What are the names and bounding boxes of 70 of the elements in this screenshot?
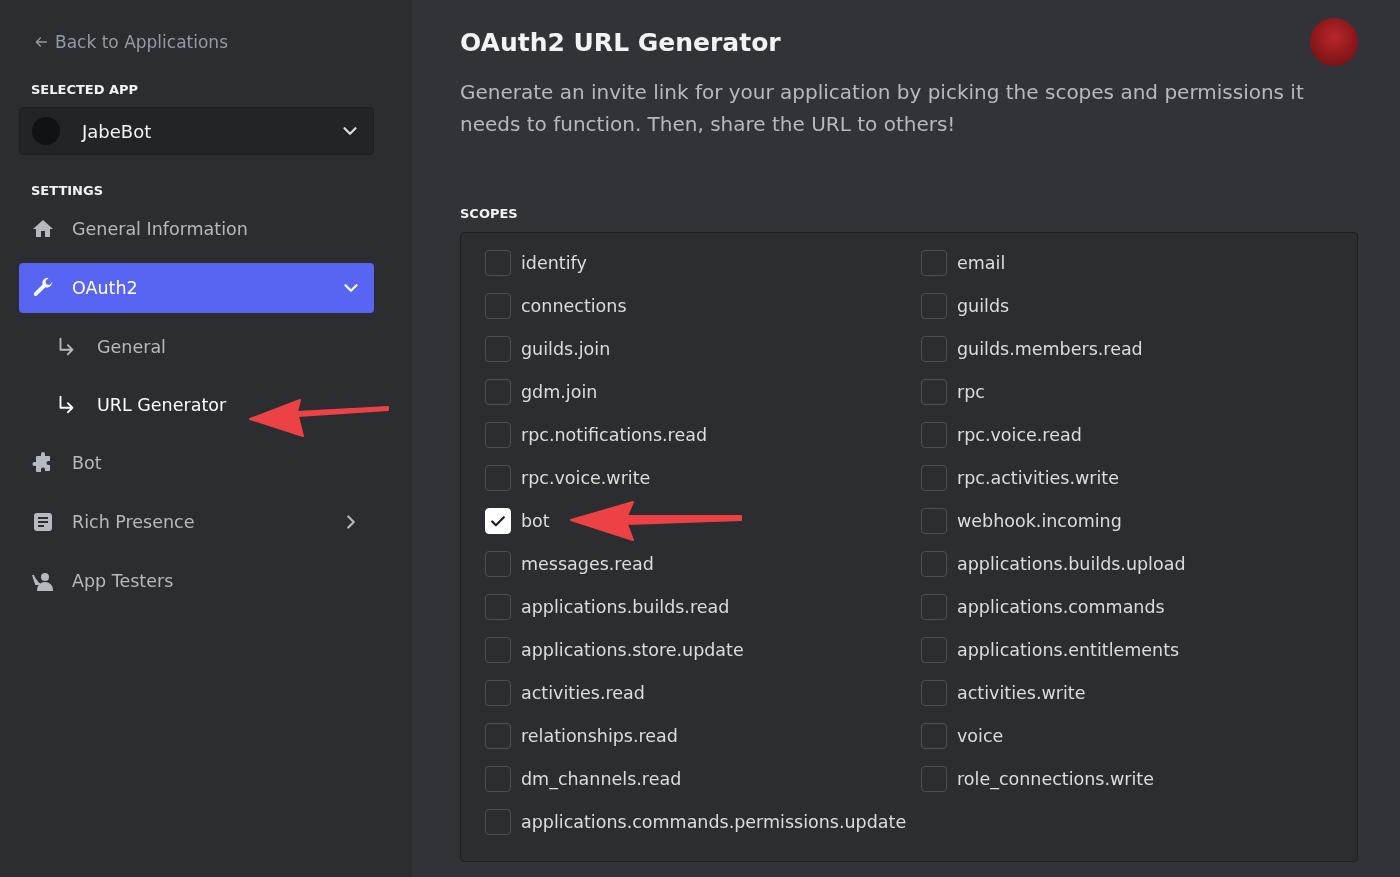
scope-option[interactable]: rpc.notifications.read: [485, 421, 707, 448]
checkbox[interactable]: [921, 593, 947, 620]
scope-option[interactable]: webhook.incoming: [921, 507, 1122, 534]
scope-option[interactable]: applications.commands.permissions.update: [485, 808, 907, 835]
checkbox[interactable]: [921, 507, 947, 534]
document-icon: [31, 510, 55, 534]
checkbox[interactable]: [921, 464, 947, 491]
checkbox[interactable]: [485, 593, 511, 620]
description-text: Generate an invite link for your application by picking the scopes and permissions it needs to function. Then, share the URL to others!: [460, 79, 1305, 138]
nav-item[interactable]: OAuth2: [19, 263, 374, 313]
checkbox[interactable]: [485, 722, 511, 749]
checkbox[interactable]: [921, 722, 947, 749]
scope-option[interactable]: dm_channels.read: [485, 765, 682, 792]
scope-option[interactable]: rpc.activities.write: [921, 464, 1119, 491]
scope-option[interactable]: applications.builds.upload: [921, 550, 1186, 577]
scope-option[interactable]: guilds.join: [485, 335, 611, 362]
checkbox[interactable]: [485, 292, 511, 319]
checkbox[interactable]: [921, 421, 947, 448]
back-link[interactable]: Back to Applications: [33, 32, 228, 52]
checkbox[interactable]: [485, 378, 511, 405]
page-title: OAuth2 URL Generator: [460, 27, 781, 57]
scope-option[interactable]: connections: [485, 292, 627, 319]
scope-option[interactable]: rpc.voice.write: [485, 464, 651, 491]
checkbox[interactable]: [485, 808, 511, 835]
scope-option[interactable]: bot: [485, 507, 550, 534]
scope-option[interactable]: relationships.read: [485, 722, 678, 749]
scope-option[interactable]: voice: [921, 722, 1004, 749]
user-avatar[interactable]: [1310, 18, 1358, 66]
scope-option[interactable]: applications.commands: [921, 593, 1165, 620]
checkbox[interactable]: [485, 421, 511, 448]
checkbox[interactable]: [921, 249, 947, 276]
checkbox[interactable]: [921, 292, 947, 319]
checkbox[interactable]: [485, 335, 511, 362]
checkbox[interactable]: [921, 636, 947, 663]
checkbox[interactable]: [485, 679, 511, 706]
scope-option[interactable]: messages.read: [485, 550, 654, 577]
scope-option[interactable]: rpc: [921, 378, 985, 405]
checkbox[interactable]: [485, 249, 511, 276]
app-selector[interactable]: JabeBot: [19, 107, 374, 155]
scope-option[interactable]: role_connections.write: [921, 765, 1154, 792]
scope-option[interactable]: applications.store.update: [485, 636, 744, 663]
scope-option[interactable]: email: [921, 249, 1006, 276]
arrow-left-icon: [33, 34, 49, 50]
nav-item[interactable]: General Information: [19, 204, 374, 254]
scope-option[interactable]: guilds.members.read: [921, 335, 1143, 362]
scope-option[interactable]: activities.read: [485, 679, 645, 706]
checkbox[interactable]: [485, 550, 511, 577]
section-label: SETTINGS: [31, 183, 105, 198]
sub-nav-item[interactable]: URL Generator: [55, 380, 227, 430]
section-label: SELECTED APP: [31, 82, 140, 97]
scope-option[interactable]: gdm.join: [485, 378, 598, 405]
nav-item[interactable]: Bot: [19, 438, 374, 488]
checkbox[interactable]: [485, 765, 511, 792]
scope-option[interactable]: applications.builds.read: [485, 593, 730, 620]
checkbox[interactable]: [921, 679, 947, 706]
scope-option[interactable]: guilds: [921, 292, 1010, 319]
checkbox[interactable]: [921, 378, 947, 405]
checkbox[interactable]: [921, 335, 947, 362]
scope-option[interactable]: activities.write: [921, 679, 1086, 706]
checkbox[interactable]: [485, 464, 511, 491]
checkbox[interactable]: [485, 636, 511, 663]
section-label: SCOPES: [460, 206, 519, 221]
nav-item[interactable]: App Testers: [19, 556, 374, 606]
scope-option[interactable]: rpc.voice.read: [921, 421, 1082, 448]
scope-option[interactable]: identify: [485, 249, 587, 276]
scope-option[interactable]: applications.entitlements: [921, 636, 1180, 663]
checkbox[interactable]: [921, 765, 947, 792]
checkbox[interactable]: [921, 550, 947, 577]
sub-nav-item[interactable]: General: [55, 322, 166, 372]
nav-item[interactable]: Rich Presence: [19, 497, 374, 547]
